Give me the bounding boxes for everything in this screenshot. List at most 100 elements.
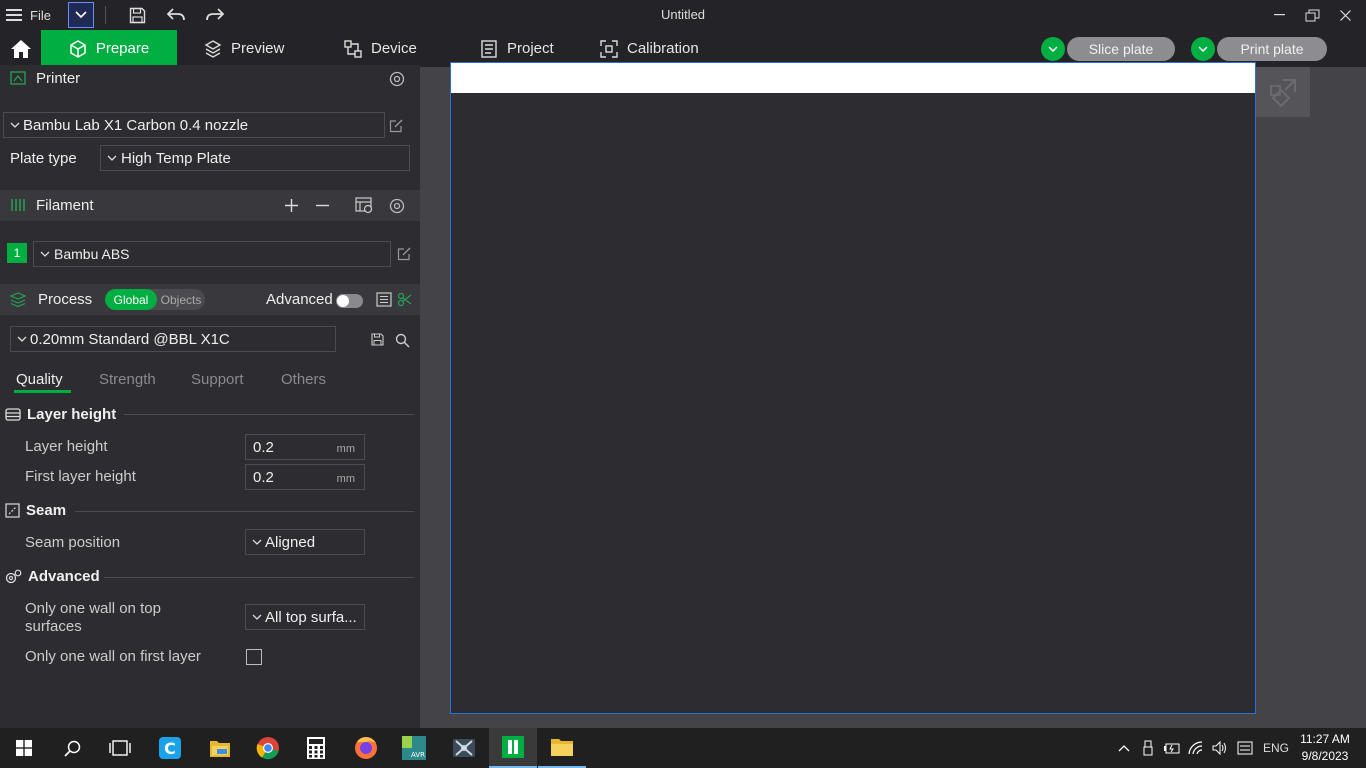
save-button[interactable] [125,0,149,30]
show-hidden-icons-button[interactable] [1112,744,1136,752]
home-button[interactable] [0,30,41,67]
usb-tray-button[interactable] [1136,740,1160,756]
first-layer-height-unit: mm [336,473,355,485]
print-plate-control: Print plate [1191,37,1327,61]
seam-group-header: Seam [5,502,66,519]
filament-select[interactable]: Bambu ABS [33,241,391,267]
system-tray: ENG [1112,728,1294,768]
one-wall-top-select[interactable]: All top surfa... [245,604,365,630]
remove-icon[interactable] [315,198,330,213]
tab-label: Calibration [627,40,699,57]
tab-preview[interactable]: Preview [204,30,284,67]
canvas-header-strip [451,63,1255,93]
filament-value: Bambu ABS [54,246,130,262]
start-button[interactable] [0,728,48,768]
first-layer-height-label: First layer height [25,468,136,485]
redo-icon [206,8,224,21]
restore-button[interactable] [1296,0,1329,30]
save-icon [129,7,145,23]
taskbar-file-explorer[interactable] [538,728,586,768]
compare-icon[interactable] [397,292,412,307]
subtab-support[interactable]: Support [191,371,244,388]
language-indicator[interactable]: ENG [1258,741,1294,755]
edit-icon[interactable] [397,246,412,261]
first-layer-height-input[interactable]: 0.2 mm [245,464,365,490]
slice-options-dropdown[interactable] [1041,37,1065,61]
volume-tray-button[interactable] [1208,741,1232,755]
taskbar-file-explorer-pinned[interactable] [196,728,244,768]
gear-icon[interactable] [388,197,406,215]
ams-sync-icon[interactable] [355,197,374,214]
process-preset-select[interactable]: 0.20mm Standard @BBL X1C [10,326,336,352]
gear-icon[interactable] [388,70,406,88]
task-view-button[interactable] [96,728,144,768]
close-icon [1340,9,1351,21]
input-tray-button[interactable] [1232,741,1258,755]
layer-height-input[interactable]: 0.2 mm [245,434,365,460]
clock-date: 9/8/2023 [1301,749,1349,763]
taskbar-chrome[interactable] [244,728,292,768]
slice-plate-button[interactable]: Slice plate [1067,37,1175,61]
plate-type-select[interactable]: High Temp Plate [100,145,410,171]
advanced-group-title: Advanced [28,568,100,585]
printer-preset-select[interactable]: Bambu Lab X1 Carbon 0.4 nozzle [3,112,385,138]
global-toggle-button[interactable]: Global [105,289,157,310]
objects-toggle-button[interactable]: Objects [157,289,205,310]
plate-canvas[interactable] [450,62,1256,714]
taskbar-tool-app[interactable] [440,728,488,768]
tab-device[interactable]: Device [344,30,417,67]
seam-position-label: Seam position [25,534,121,551]
arrange-icon [1270,79,1296,108]
minimize-button[interactable] [1263,0,1296,30]
calibration-icon [600,39,618,58]
advanced-switch[interactable] [336,294,363,308]
clock[interactable]: 11:27 AM 9/8/2023 [1296,731,1354,765]
one-wall-top-label: Only one wall on top [25,600,161,617]
one-wall-top-value: All top surfa... [265,608,357,626]
add-icon[interactable] [284,198,299,213]
subtab-others[interactable]: Others [281,371,326,388]
tab-label: Device [371,40,417,57]
chevron-down-icon [107,155,117,161]
tab-prepare[interactable]: Prepare [41,30,177,67]
taskbar-app-c[interactable]: C [146,728,194,768]
battery-icon [1164,743,1180,754]
subtab-quality[interactable]: Quality [16,371,63,388]
main-menu-button[interactable]: File [0,0,58,30]
print-plate-button[interactable]: Print plate [1217,37,1327,61]
restore-icon [1305,9,1320,21]
slice-plate-control: Slice plate [1041,37,1175,61]
plate-type-label: Plate type [10,150,77,167]
one-wall-first-layer-checkbox[interactable] [246,649,262,665]
seam-position-select[interactable]: Aligned [245,529,365,555]
close-button[interactable] [1329,0,1362,30]
active-subtab-indicator [14,390,71,393]
print-options-dropdown[interactable] [1191,37,1215,61]
process-icon [10,292,26,307]
tab-label: Prepare [95,40,150,57]
network-tray-button[interactable] [1184,741,1208,755]
undo-button[interactable] [164,0,188,30]
edit-icon[interactable] [389,118,404,133]
redo-button[interactable] [203,0,227,30]
taskbar-avr-app[interactable]: AVR [390,728,438,768]
layer-height-group-header: Layer height [5,406,116,423]
layer-height-value: 0.2 [253,438,274,456]
quick-access-dropdown[interactable] [68,2,94,28]
subtab-strength[interactable]: Strength [99,371,156,388]
search-button[interactable] [48,728,96,768]
filament-slot-badge[interactable]: 1 [7,243,27,263]
chevron-down-icon [1198,46,1208,52]
advanced-group-header: Advanced [5,568,100,585]
printer-icon [10,71,26,85]
list-icon[interactable] [376,292,392,307]
windows-taskbar: C AVR ENG 11:27 AM 9/8/2023 [0,728,1366,768]
device-icon [344,39,362,58]
save-icon[interactable] [371,333,384,346]
taskbar-firefox[interactable] [342,728,390,768]
search-icon[interactable] [395,333,410,348]
taskbar-calculator[interactable] [292,728,340,768]
battery-tray-button[interactable] [1160,742,1184,754]
taskbar-bambu-studio[interactable] [489,728,537,768]
view-tool-button[interactable] [1256,67,1310,117]
